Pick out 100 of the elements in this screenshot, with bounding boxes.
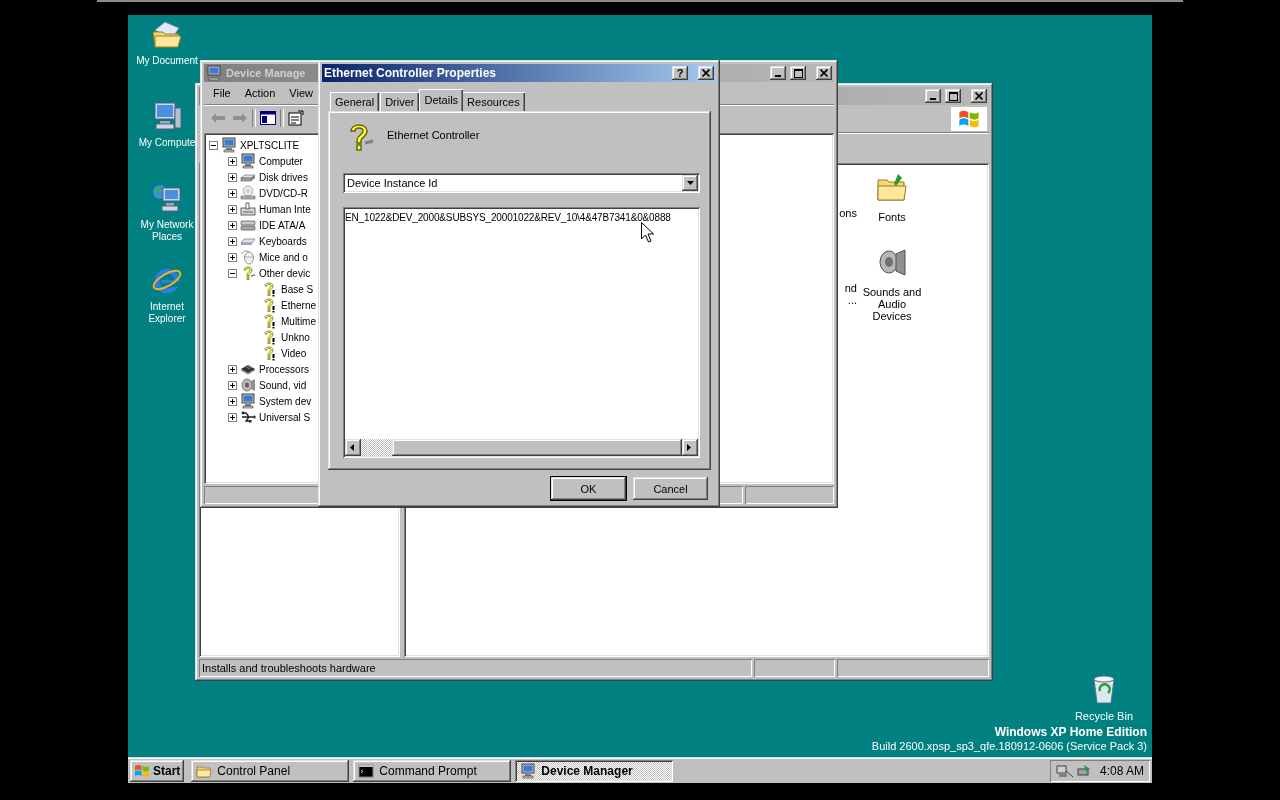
horizontal-scrollbar[interactable] — [345, 439, 698, 456]
right-arrow-icon — [686, 444, 694, 451]
question-mark-icon — [240, 265, 256, 281]
tree-item[interactable]: System dev — [259, 395, 312, 407]
maximize-icon — [793, 68, 803, 78]
folder-icon — [876, 172, 908, 204]
tab[interactable]: General — [330, 92, 380, 111]
network-icon[interactable] — [1056, 763, 1074, 779]
warning-question-icon — [262, 329, 278, 345]
desktop-icon-label[interactable]: Recycle Bin — [1074, 709, 1133, 723]
item-label[interactable]: Sounds and Audio Devices — [857, 286, 927, 322]
warning-question-icon — [262, 345, 278, 361]
expand-toggle[interactable] — [228, 396, 237, 406]
warning-question-icon — [262, 313, 278, 329]
start-button[interactable]: Start — [130, 760, 185, 782]
speaker-icon — [876, 247, 908, 279]
tree-item[interactable]: Disk drives — [259, 171, 308, 183]
folder-icon — [196, 763, 213, 779]
item-label[interactable]: ons — [839, 207, 857, 219]
expand-toggle[interactable] — [228, 236, 237, 246]
computer-icon — [151, 100, 183, 132]
expand-toggle[interactable] — [228, 156, 237, 166]
expand-toggle[interactable] — [228, 364, 237, 374]
drive-controller-icon — [240, 217, 256, 233]
usb-icon — [240, 409, 256, 425]
collapse-toggle[interactable] — [228, 268, 237, 278]
tree-item[interactable]: Multime — [281, 315, 316, 327]
close-icon — [975, 92, 983, 100]
left-arrow-icon — [349, 444, 357, 451]
expand-toggle[interactable] — [228, 204, 237, 214]
dropdown-button[interactable] — [682, 175, 698, 191]
console-tree-button[interactable] — [258, 108, 278, 128]
tab[interactable]: Details — [419, 89, 464, 111]
device-name: Ethernet Controller — [387, 128, 480, 141]
tree-item[interactable]: Computer — [259, 155, 303, 167]
tree-item[interactable]: Video — [281, 347, 307, 359]
tree-item[interactable]: Other devic — [259, 267, 311, 279]
tree-item[interactable]: Etherne — [281, 299, 317, 311]
mouse-pointer-icon — [641, 222, 654, 243]
warning-question-icon — [262, 297, 278, 313]
tree-item[interactable]: Mice and o — [259, 251, 308, 263]
scroll-left-button[interactable] — [345, 439, 361, 456]
computer-icon — [520, 763, 537, 779]
tree-item[interactable]: Processors — [259, 363, 309, 375]
scrollbar-thumb[interactable] — [392, 439, 682, 456]
ok-button[interactable]: OK — [551, 477, 626, 500]
taskbar-button[interactable]: Device Manager — [515, 760, 674, 782]
tree-item[interactable]: Unkno — [281, 331, 310, 343]
item-label[interactable]: ... — [847, 294, 857, 306]
item-label[interactable]: Fonts — [857, 211, 927, 223]
menu-item[interactable]: View — [282, 85, 320, 101]
property-dropdown[interactable]: Device Instance Id — [343, 173, 700, 193]
close-button[interactable] — [698, 66, 714, 80]
cancel-button[interactable]: Cancel — [633, 477, 708, 500]
windows-flag-icon — [134, 763, 150, 779]
properties-icon — [288, 110, 304, 126]
item-label[interactable]: nd — [844, 282, 857, 294]
close-icon — [820, 69, 828, 77]
input-device-icon — [240, 201, 256, 217]
mouse-icon — [240, 249, 256, 265]
scroll-right-button[interactable] — [682, 439, 698, 456]
edition-text: Windows XP Home Edition — [994, 725, 1147, 739]
expand-toggle[interactable] — [228, 220, 237, 230]
maximize-icon — [948, 91, 958, 101]
desktop-icon-label[interactable]: Internet Explorer — [136, 301, 198, 325]
computer-icon — [221, 137, 237, 153]
desktop-icon-label[interactable]: My Compute — [138, 137, 196, 149]
expand-toggle[interactable] — [228, 412, 237, 422]
expand-toggle[interactable] — [228, 380, 237, 390]
status-text: Installs and troubleshoots hardware — [199, 659, 752, 677]
clock: 4:08 AM — [1099, 764, 1144, 778]
collapse-toggle[interactable] — [209, 140, 218, 150]
tree-item[interactable]: Human Inte — [259, 203, 311, 215]
menu-item[interactable]: Action — [237, 85, 283, 101]
computer-icon — [240, 393, 256, 409]
back-arrow-icon — [211, 113, 225, 123]
desktop-icon-label[interactable]: My Document — [136, 55, 198, 67]
expand-toggle[interactable] — [228, 172, 237, 182]
taskbar-button[interactable]: Command Prompt — [353, 760, 512, 782]
tab[interactable]: Driver — [380, 92, 420, 111]
properties-button[interactable] — [286, 108, 306, 128]
desktop-icon-label[interactable]: My Network Places — [136, 219, 198, 243]
tree-item[interactable]: IDE ATA/A — [259, 219, 306, 231]
dialog-title: Ethernet Controller Properties — [324, 66, 498, 80]
taskbar-button[interactable]: Control Panel — [191, 760, 350, 782]
tree-item[interactable]: Sound, vid — [259, 379, 307, 391]
expand-toggle[interactable] — [228, 188, 237, 198]
menu-item[interactable]: File — [206, 85, 238, 101]
computer-icon — [240, 153, 256, 169]
warning-question-icon — [262, 281, 278, 297]
tree-item[interactable]: Base S — [281, 283, 314, 295]
tree-item[interactable]: DVD/CD-R — [259, 187, 308, 199]
tree-item[interactable]: XPLTSCLITE — [240, 139, 300, 151]
expand-toggle[interactable] — [228, 252, 237, 262]
tree-item[interactable]: Universal S — [259, 411, 311, 423]
down-arrow-icon — [686, 179, 694, 187]
tree-item[interactable]: Keyboards — [259, 235, 307, 247]
help-button[interactable]: ? — [672, 66, 688, 80]
tab[interactable]: Resources — [462, 92, 525, 111]
documents-folder-icon — [151, 18, 183, 50]
